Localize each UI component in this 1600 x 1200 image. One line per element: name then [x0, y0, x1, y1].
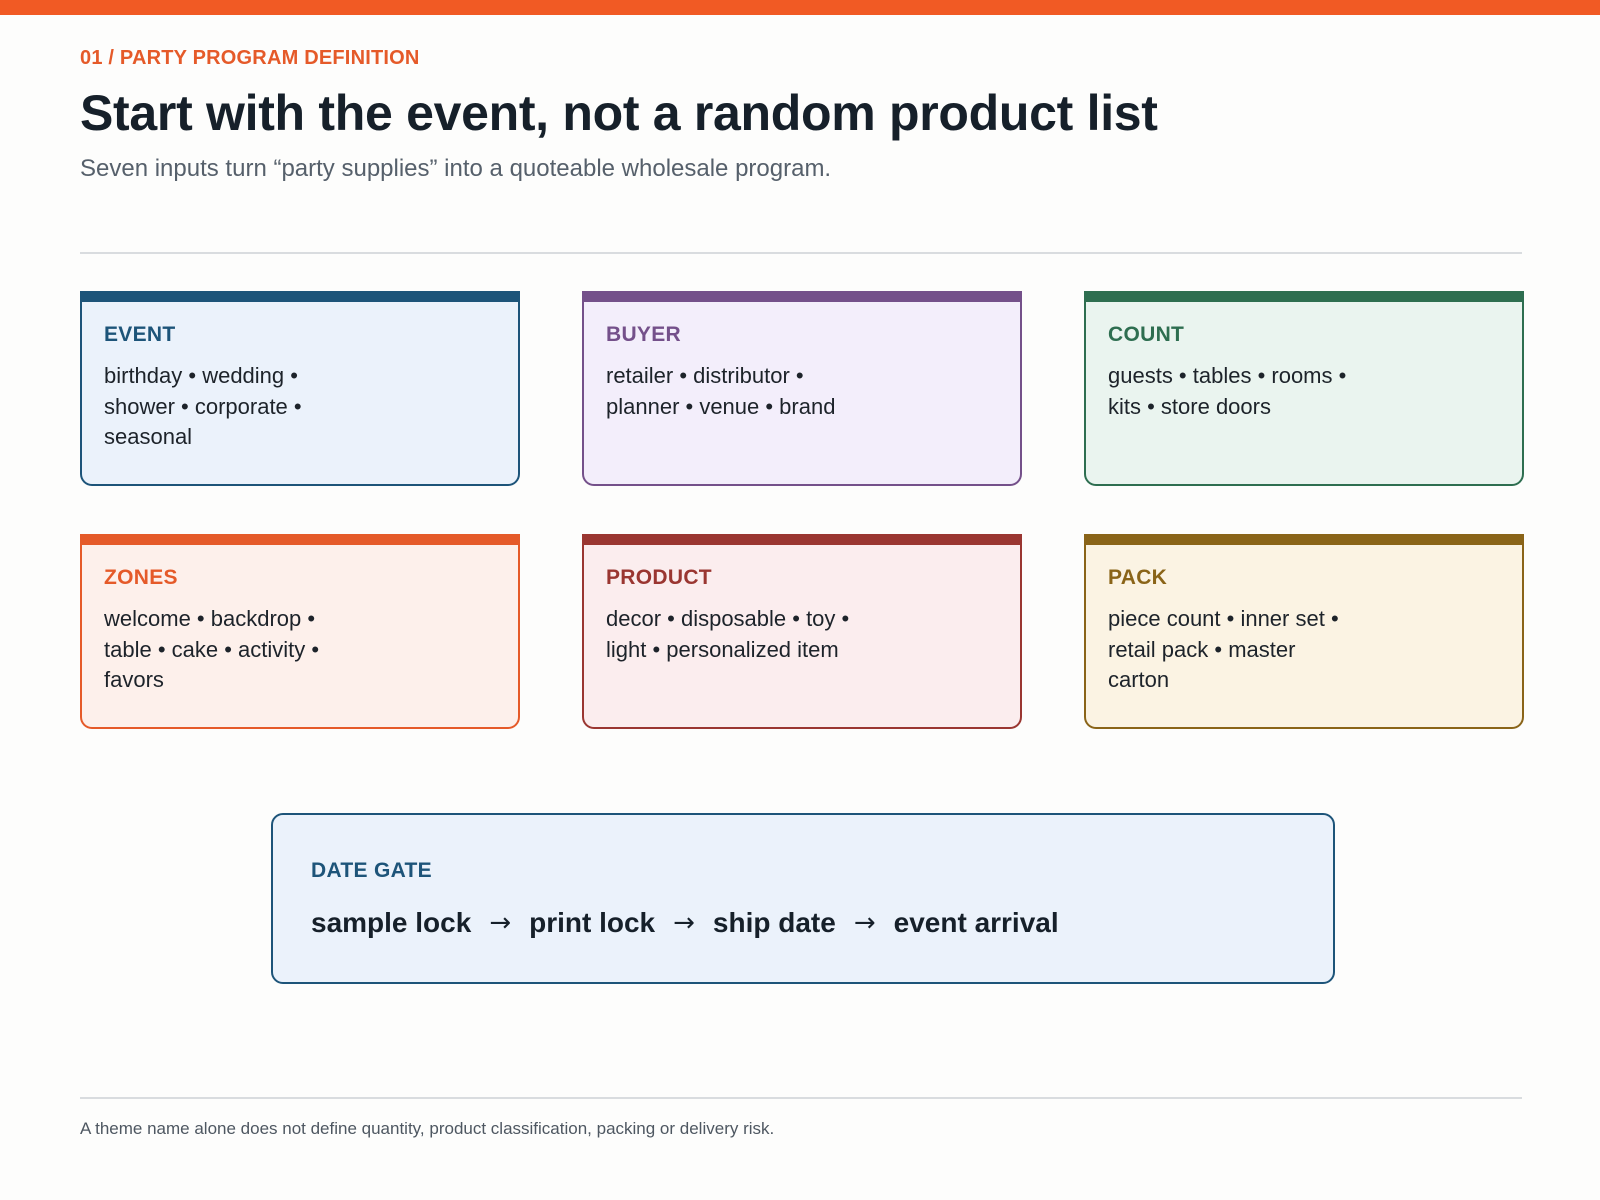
top-accent-bar — [0, 0, 1600, 15]
card-accent-bar — [80, 291, 520, 302]
date-gate-label: DATE GATE — [311, 859, 432, 882]
arrow-right-icon: → — [853, 908, 876, 938]
arrow-right-icon: → — [673, 908, 695, 938]
card-text: birthday • wedding • shower • corporate … — [104, 363, 302, 449]
card-accent-bar — [1084, 291, 1524, 302]
card-label: BUYER — [606, 323, 682, 346]
card-accent-bar — [582, 291, 1022, 302]
step-sample-lock: sample lock — [311, 907, 472, 938]
card-accent-bar — [582, 534, 1022, 545]
card-buyer: BUYER retailer • distributor • planner •… — [582, 291, 1022, 486]
card-count: COUNT guests • tables • rooms • kits • s… — [1084, 291, 1524, 486]
step-ship-date: ship date — [712, 907, 836, 938]
card-label: PRODUCT — [606, 566, 712, 589]
card-product: PRODUCT decor • disposable • toy • light… — [582, 534, 1022, 729]
card-zones: ZONES welcome • backdrop • table • cake … — [80, 534, 520, 729]
card-label: PACK — [1108, 566, 1168, 589]
card-label: EVENT — [104, 323, 176, 346]
bottom-divider — [80, 1097, 1522, 1099]
step-print-lock: print lock — [529, 907, 656, 938]
arrow-right-icon: → — [489, 908, 512, 938]
card-pack: PACK piece count • inner set • retail pa… — [1084, 534, 1524, 729]
card-text: piece count • inner set • retail pack • … — [1108, 606, 1339, 692]
card-label: ZONES — [104, 566, 178, 589]
step-event-arrival: event arrival — [893, 907, 1059, 938]
card-text: retailer • distributor • planner • venue… — [606, 363, 836, 419]
card-accent-bar — [80, 534, 520, 545]
card-text: welcome • backdrop • table • cake • acti… — [104, 606, 320, 692]
card-text: decor • disposable • toy • light • perso… — [606, 606, 850, 662]
page-title: Start with the event, not a random produ… — [80, 85, 1158, 141]
card-text: guests • tables • rooms • kits • store d… — [1108, 363, 1347, 419]
footnote: A theme name alone does not define quant… — [80, 1119, 775, 1138]
date-gate-panel: DATE GATE sample lock → print lock → shi… — [271, 813, 1335, 984]
card-event: EVENT birthday • wedding • shower • corp… — [80, 291, 520, 486]
top-divider — [80, 252, 1522, 254]
page-subtitle: Seven inputs turn “party supplies” into … — [80, 155, 832, 182]
section-eyebrow: 01 / PARTY PROGRAM DEFINITION — [80, 47, 420, 69]
card-label: COUNT — [1108, 323, 1185, 346]
date-gate-steps: sample lock → print lock → ship date → e… — [311, 907, 1059, 939]
card-accent-bar — [1084, 534, 1524, 545]
